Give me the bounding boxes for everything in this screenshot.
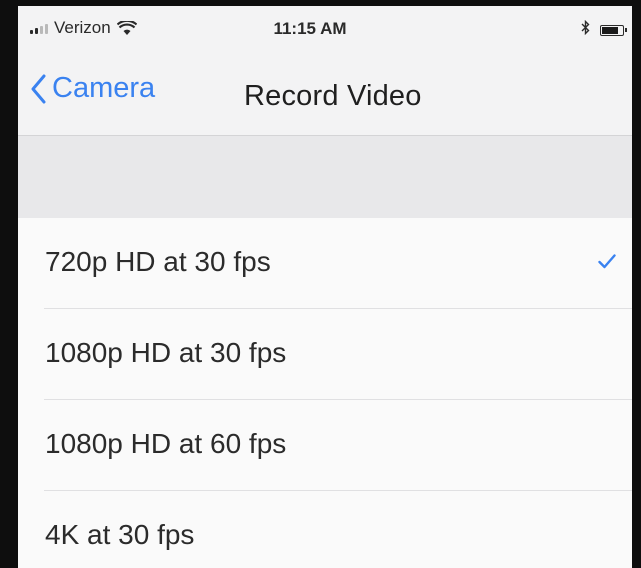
video-format-list: 720p HD at 30 fps 1080p HD at 30 fps 108… (18, 218, 632, 568)
option-1080p-60fps[interactable]: 1080p HD at 60 fps (18, 400, 632, 491)
checkmark-icon (598, 254, 616, 269)
bluetooth-icon (581, 19, 590, 40)
status-time: 11:15 AM (273, 19, 347, 38)
option-label: 1080p HD at 30 fps (45, 337, 287, 368)
option-1080p-30fps[interactable]: 1080p HD at 30 fps (18, 309, 632, 400)
option-4k-30fps[interactable]: 4K at 30 fps (18, 491, 632, 568)
phone-screen: Verizon 11:15 AM Camera Record Video 720… (18, 6, 632, 568)
option-label: 1080p HD at 60 fps (45, 428, 287, 459)
back-label: Camera (52, 72, 156, 104)
option-720p-30fps[interactable]: 720p HD at 30 fps (18, 218, 632, 309)
page-title: Record Video (244, 80, 422, 112)
navigation-bar: Camera Record Video (18, 50, 632, 136)
option-label: 4K at 30 fps (45, 519, 195, 550)
section-header-spacer (18, 136, 632, 218)
battery-icon (600, 24, 627, 36)
status-bar: Verizon 11:15 AM (18, 6, 632, 50)
chevron-left-icon (30, 74, 46, 104)
back-button[interactable]: Camera (30, 72, 155, 105)
option-label: 720p HD at 30 fps (45, 246, 271, 277)
status-right (581, 19, 627, 40)
